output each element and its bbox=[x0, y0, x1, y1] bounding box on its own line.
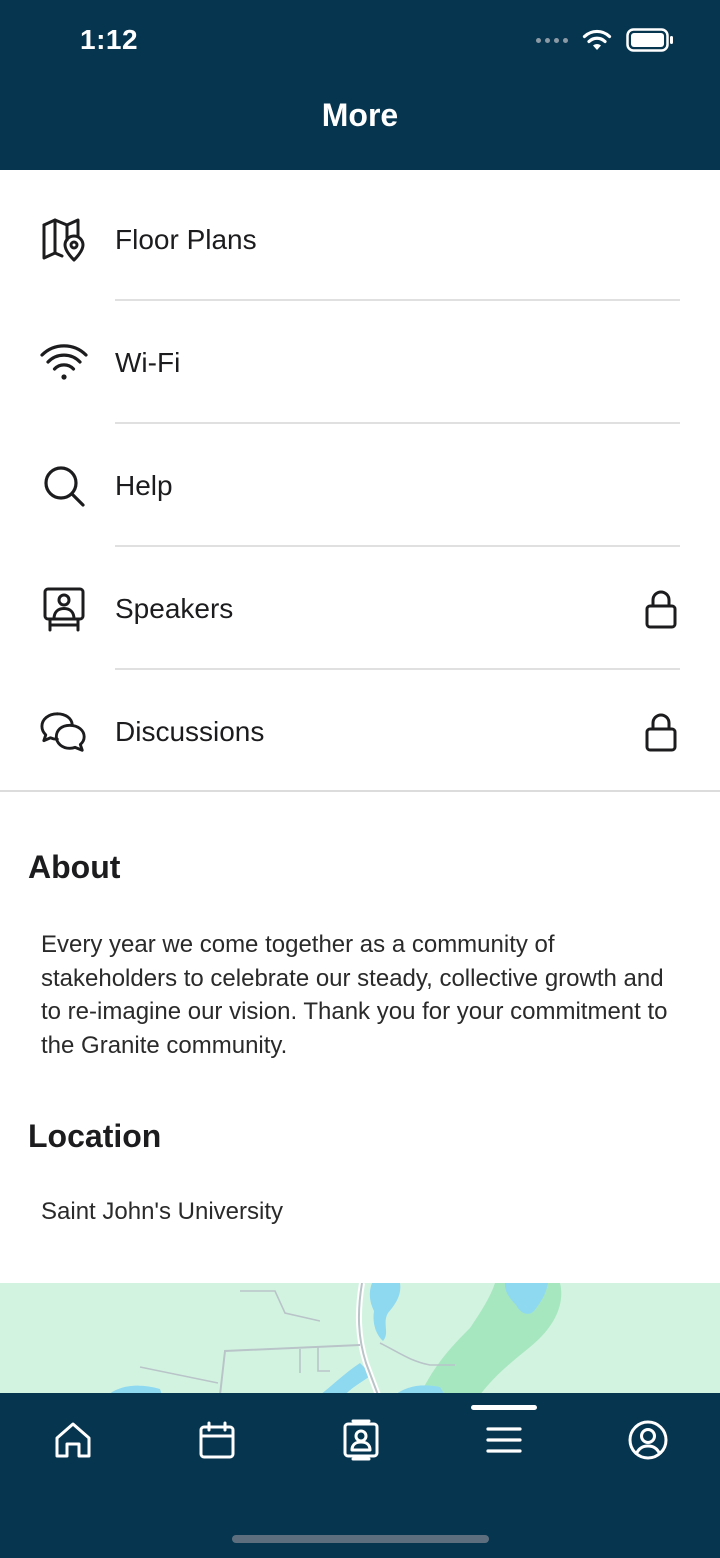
search-icon bbox=[40, 462, 88, 510]
map-pin-icon bbox=[40, 216, 88, 264]
menu-item-label: Help bbox=[115, 469, 173, 501]
contacts-icon bbox=[343, 1419, 379, 1461]
wifi-icon bbox=[40, 339, 88, 387]
tab-profile[interactable] bbox=[618, 1415, 678, 1465]
menu-item-label: Wi-Fi bbox=[115, 346, 181, 378]
section-divider bbox=[0, 790, 720, 792]
lock-icon bbox=[645, 713, 677, 751]
location-heading: Location bbox=[28, 1118, 162, 1154]
menu-item-speakers[interactable]: Speakers bbox=[0, 547, 720, 670]
menu-item-label: Floor Plans bbox=[115, 223, 257, 255]
header: 1:12 More bbox=[0, 0, 720, 170]
menu-icon bbox=[486, 1427, 522, 1453]
status-time: 1:12 bbox=[80, 24, 139, 55]
home-icon bbox=[55, 1422, 91, 1458]
home-indicator bbox=[232, 1535, 489, 1543]
speaker-podium-icon bbox=[40, 585, 88, 633]
map-image bbox=[0, 1283, 720, 1395]
tab-bar bbox=[0, 1393, 720, 1558]
about-heading: About bbox=[28, 849, 121, 885]
active-tab-indicator bbox=[471, 1405, 537, 1410]
menu-item-wifi[interactable]: Wi-Fi bbox=[0, 301, 720, 424]
profile-icon bbox=[628, 1420, 668, 1460]
about-text: Every year we come together as a communi… bbox=[41, 931, 668, 1059]
location-text: Saint John's University bbox=[41, 1198, 284, 1225]
menu-item-discussions[interactable]: Discussions bbox=[0, 670, 720, 793]
cellular-signal-icon bbox=[536, 37, 568, 43]
wifi-status-icon bbox=[582, 29, 612, 50]
battery-icon bbox=[626, 28, 673, 52]
menu-list: Floor Plans Wi-Fi Help Speakers Discussi… bbox=[0, 178, 720, 793]
tab-home[interactable] bbox=[43, 1415, 103, 1465]
page-title: More bbox=[321, 97, 399, 133]
menu-item-label: Speakers bbox=[115, 592, 234, 624]
tab-schedule[interactable] bbox=[187, 1415, 247, 1465]
menu-item-label: Discussions bbox=[115, 715, 265, 747]
tab-attendees[interactable] bbox=[331, 1415, 391, 1465]
lock-icon bbox=[645, 590, 677, 628]
chat-bubbles-icon bbox=[40, 708, 88, 756]
tab-more[interactable] bbox=[474, 1415, 534, 1465]
calendar-icon bbox=[199, 1421, 235, 1459]
menu-item-help[interactable]: Help bbox=[0, 424, 720, 547]
status-icons bbox=[536, 28, 674, 52]
location-map[interactable] bbox=[0, 1283, 720, 1395]
menu-item-floor-plans[interactable]: Floor Plans bbox=[0, 178, 720, 301]
